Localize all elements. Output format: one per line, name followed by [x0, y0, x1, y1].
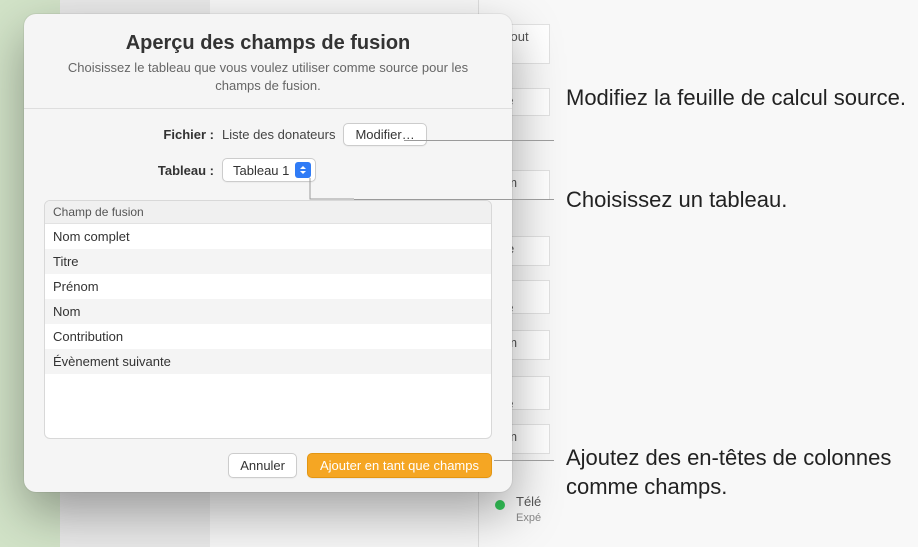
modify-button[interactable]: Modifier… — [343, 123, 426, 146]
callout-add-headers: Ajoutez des en-têtes de colonnes comme c… — [566, 444, 918, 501]
file-label: Fichier : — [44, 127, 214, 142]
table-row[interactable]: Nom complet — [45, 224, 491, 249]
bg-fragment: TéléExpé — [508, 490, 568, 530]
dialog-footer: Annuler Ajouter en tant que champs — [44, 453, 492, 478]
leader-line — [310, 178, 360, 202]
table-select-value: Tableau 1 — [233, 163, 289, 178]
table-row[interactable]: Nom — [45, 299, 491, 324]
table-label: Tableau : — [44, 163, 214, 178]
leader-line — [354, 199, 554, 200]
chevron-updown-icon — [295, 162, 311, 178]
column-header: Champ de fusion — [45, 201, 491, 224]
status-dot — [495, 500, 505, 510]
merge-fields-dialog: Aperçu des champs de fusion Choisissez l… — [24, 14, 512, 492]
leader-line — [404, 140, 554, 141]
file-value: Liste des donateurs — [222, 127, 335, 142]
dialog-subtitle: Choisissez le tableau que vous voulez ut… — [44, 59, 492, 94]
add-as-fields-button[interactable]: Ajouter en tant que champs — [307, 453, 492, 478]
divider — [24, 108, 512, 109]
leader-line — [494, 460, 554, 461]
table-row[interactable]: Évènement suivante — [45, 349, 491, 374]
callout-modify-source: Modifiez la feuille de calcul source. — [566, 84, 906, 113]
table-row[interactable]: Titre — [45, 249, 491, 274]
file-row: Fichier : Liste des donateurs Modifier… — [44, 123, 492, 146]
fields-table: Champ de fusion Nom completTitrePrénomNo… — [44, 200, 492, 439]
table-row[interactable]: Prénom — [45, 274, 491, 299]
table-row[interactable]: Contribution — [45, 324, 491, 349]
callout-choose-table: Choisissez un tableau. — [566, 186, 787, 215]
table-row: Tableau : Tableau 1 — [44, 158, 492, 182]
table-select[interactable]: Tableau 1 — [222, 158, 316, 182]
cancel-button[interactable]: Annuler — [228, 453, 297, 478]
dialog-title: Aperçu des champs de fusion — [44, 32, 492, 55]
